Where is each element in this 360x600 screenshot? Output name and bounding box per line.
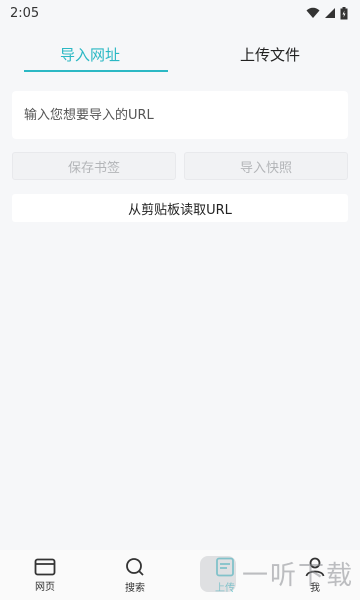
wifi-icon xyxy=(306,7,320,18)
url-input[interactable] xyxy=(22,106,338,124)
search-icon xyxy=(126,557,144,576)
watermark-logo xyxy=(199,555,236,592)
browser-icon xyxy=(34,558,56,575)
url-input-container xyxy=(12,91,348,139)
signal-icon xyxy=(325,8,335,18)
tab-bar: 导入网址 上传文件 xyxy=(0,30,360,78)
status-icons xyxy=(306,6,348,20)
tab-label: 上传文件 xyxy=(239,45,300,64)
read-clipboard-button[interactable]: 从剪贴板读取URL xyxy=(12,194,348,222)
nav-label: 网页 xyxy=(35,581,55,593)
status-bar: 2:05 xyxy=(0,0,360,26)
tab-label: 导入网址 xyxy=(59,45,120,64)
nav-label: 搜索 xyxy=(125,582,145,594)
tab-import-url[interactable]: 导入网址 xyxy=(0,30,180,78)
action-buttons: 保存书签 导入快照 xyxy=(12,152,348,180)
save-bookmark-button[interactable]: 保存书签 xyxy=(12,152,176,180)
status-time: 2:05 xyxy=(10,5,40,21)
import-snapshot-button[interactable]: 导入快照 xyxy=(184,152,348,180)
watermark-text: 一听下载 xyxy=(241,561,354,591)
tab-upload-file[interactable]: 上传文件 xyxy=(180,30,360,78)
nav-item-search[interactable]: 搜索 xyxy=(90,550,180,600)
battery-icon xyxy=(340,6,348,19)
watermark: 一听下载 xyxy=(199,555,354,592)
nav-item-webpage[interactable]: 网页 xyxy=(0,550,90,600)
